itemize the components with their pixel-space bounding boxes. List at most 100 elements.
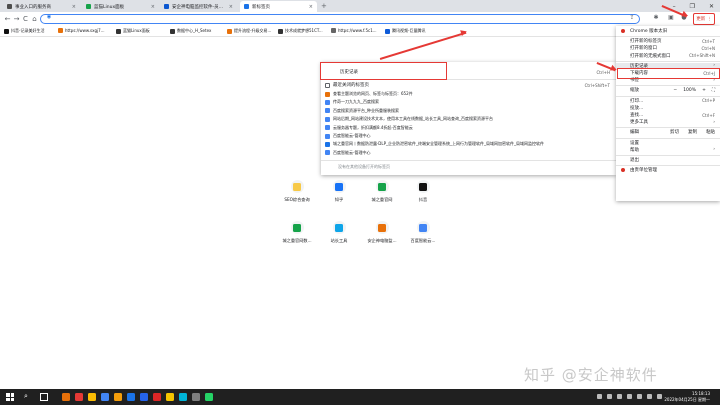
menu-item-label: 查找... — [630, 113, 644, 118]
bookmark-item[interactable]: 抖音-记录美好生活 — [4, 28, 44, 34]
search-icon[interactable]: ⌕ — [24, 392, 28, 401]
menu-item[interactable]: 缩放 − 100% + ⛶ — [616, 87, 720, 94]
tab[interactable]: 事业入口的服务商 × — [3, 1, 80, 12]
tray-icon[interactable] — [607, 394, 612, 399]
share-icon[interactable]: ⇪ — [628, 14, 636, 23]
taskbar-app-icon[interactable] — [179, 393, 187, 401]
taskbar-clock[interactable]: 15:18:13 2022年04月25日 星期一 — [664, 391, 710, 402]
address-bar[interactable] — [40, 14, 640, 24]
shortcut-tile[interactable]: 抖音 — [408, 180, 438, 203]
cut-button[interactable]: 剪切 — [670, 129, 679, 135]
tray-icon[interactable] — [637, 394, 642, 399]
reload-icon[interactable]: C — [21, 15, 30, 23]
minimize-icon[interactable]: – — [673, 3, 676, 10]
tab-close-icon[interactable]: × — [229, 4, 233, 10]
menu-item[interactable]: 查找... Ctrl+F — [616, 112, 720, 119]
menu-item[interactable]: Chrome 版本太旧 — [616, 28, 720, 34]
clock-date: 2022年04月25日 星期一 — [664, 396, 710, 402]
update-menu-button[interactable]: 更新 ⋮ — [693, 13, 715, 25]
shortcut-tile[interactable]: SEO综合查询 — [282, 180, 312, 203]
menu-item[interactable]: 由贵单位管理 — [616, 167, 720, 173]
close-icon[interactable]: ✕ — [709, 3, 714, 10]
bookmark-item[interactable]: 技术成就梦想51CT... — [278, 28, 323, 34]
history-entry[interactable]: 查看主题浏览的网页、标签与标签页：652件 — [325, 91, 413, 97]
restore-icon[interactable]: ❐ — [690, 3, 695, 10]
copy-button[interactable]: 复制 — [688, 129, 697, 135]
history-entry[interactable]: 百度搜索资源平台_种业所重服装搜索 — [325, 108, 399, 114]
menu-item[interactable]: 打开新的窗口 Ctrl+N — [616, 45, 720, 52]
bookmark-item[interactable]: 提升流程-升级交易... — [227, 28, 271, 34]
tab-close-icon[interactable]: × — [151, 4, 155, 10]
history-entry[interactable]: 传奇一刀九九九_百度搜索 — [325, 99, 379, 105]
history-entry[interactable]: 云服务器专题，折扣满额8.4折起-百度智能云 — [325, 125, 413, 131]
taskbar-app-icon[interactable] — [75, 393, 83, 401]
home-icon[interactable]: ⌂ — [30, 15, 39, 23]
tab[interactable]: 安企神电脑监控软件-员工CMS后...× — [160, 1, 237, 12]
bookmark-item[interactable]: 腾讯视频-巨量腾讯 — [385, 28, 425, 34]
tab-close-icon[interactable]: × — [72, 4, 76, 10]
menu-item[interactable]: 编辑 剪切 复制 粘贴 — [616, 129, 720, 135]
menu-item-label: 更多工具 — [630, 120, 648, 126]
bookmark-item[interactable]: https://www.sxgj7... — [58, 28, 105, 33]
taskbar-app-icon[interactable] — [127, 393, 135, 401]
menu-item[interactable]: 投放... — [616, 105, 720, 111]
taskbar-app-icon[interactable] — [101, 393, 109, 401]
tray-icon[interactable] — [657, 394, 662, 399]
bookmark-item[interactable]: https://www.f.5c1... — [331, 28, 377, 33]
menu-item[interactable]: 打开新的无痕式窗口 Ctrl+Shift+N — [616, 53, 720, 59]
tray-icon[interactable] — [597, 394, 602, 399]
taskbar-app-icon[interactable] — [88, 393, 96, 401]
shortcut-label: 知乎 — [334, 197, 344, 202]
history-footer: 没有在其他设备打开的标签页 — [338, 164, 390, 169]
windows-start-icon[interactable] — [6, 393, 14, 401]
recent-closed-title: 最近关闭的标签页 — [333, 83, 369, 88]
history-entry[interactable]: 网站后期_网站建设技术文本，使用本工具在线数据_站长工具_网站查询_百度搜索资源… — [325, 116, 493, 122]
taskbar-app-icon[interactable] — [192, 393, 200, 401]
shortcut-tile[interactable]: 知乎 — [324, 180, 354, 203]
forward-icon[interactable]: → — [12, 15, 21, 23]
taskbar-app-icon[interactable] — [62, 393, 70, 401]
tray-icon[interactable] — [627, 394, 632, 399]
paste-button[interactable]: 粘贴 — [706, 129, 715, 135]
taskbar-app-icon[interactable] — [153, 393, 161, 401]
new-tab-icon[interactable]: + — [321, 2, 327, 10]
zoom-in-button[interactable]: + — [702, 88, 706, 93]
taskbar-app-icon[interactable] — [166, 393, 174, 401]
tray-icon[interactable] — [617, 394, 622, 399]
taskbar-app-icon[interactable] — [140, 393, 148, 401]
bookmark-item[interactable]: 数据中心_H_Setex — [170, 28, 211, 34]
history-highlight-box — [320, 62, 447, 80]
fullscreen-icon[interactable]: ⛶ — [712, 87, 715, 93]
taskbar-app-icon[interactable] — [114, 393, 122, 401]
bookmark-item[interactable]: 蓝猫Linux面板 — [116, 28, 150, 34]
menu-item[interactable]: 设置 — [616, 140, 720, 146]
task-view-icon[interactable] — [40, 393, 48, 401]
tab[interactable]: 蓝猫Linux面板 × — [82, 1, 159, 12]
shortcut-label: 安企神电脑监... — [367, 238, 397, 243]
tray-icon[interactable] — [647, 394, 652, 399]
tab-close-icon[interactable]: × — [309, 4, 313, 10]
menu-item[interactable]: 帮助 › — [616, 147, 720, 153]
taskbar-app-icon[interactable] — [205, 393, 213, 401]
extensions-icon[interactable]: ✱ — [652, 14, 660, 23]
menu-item[interactable]: 打开新的标签页 Ctrl+T — [616, 38, 720, 45]
menu-item[interactable]: 更多工具 › — [616, 119, 720, 126]
shortcut-tile[interactable]: 城之重官网数... — [282, 221, 312, 244]
history-entry[interactable]: 百度智能云-管理中心 — [325, 150, 370, 156]
sidebar-icon[interactable]: ▣ — [667, 14, 675, 23]
shortcut-tile[interactable]: 城之重官网 — [367, 180, 397, 203]
history-entry[interactable]: 城之重官网丨数据防泄露·DLP_企业防泄密软件_终端安全管理系统_上网行为管理软… — [325, 141, 544, 147]
menu-item[interactable]: 打印... Ctrl+P — [616, 98, 720, 104]
shortcut-label: 站长工具 — [330, 238, 348, 243]
shortcut-tile[interactable]: 安企神电脑监... — [367, 221, 397, 244]
zoom-out-button[interactable]: − — [673, 88, 677, 93]
shortcut-tile[interactable]: 百度智能云... — [408, 221, 438, 244]
site-favicon-icon — [325, 141, 330, 147]
tab[interactable]: 新标签页 × — [240, 1, 317, 12]
menu-item[interactable]: 退出 — [616, 157, 720, 163]
shortcut-tile[interactable]: 站长工具 — [324, 221, 354, 244]
history-entry[interactable]: 百度智能云-管理中心 — [325, 133, 370, 139]
menu-item-shortcut: Ctrl+F — [702, 112, 715, 118]
shortcut-icon — [416, 221, 430, 234]
back-icon[interactable]: ← — [3, 15, 12, 23]
